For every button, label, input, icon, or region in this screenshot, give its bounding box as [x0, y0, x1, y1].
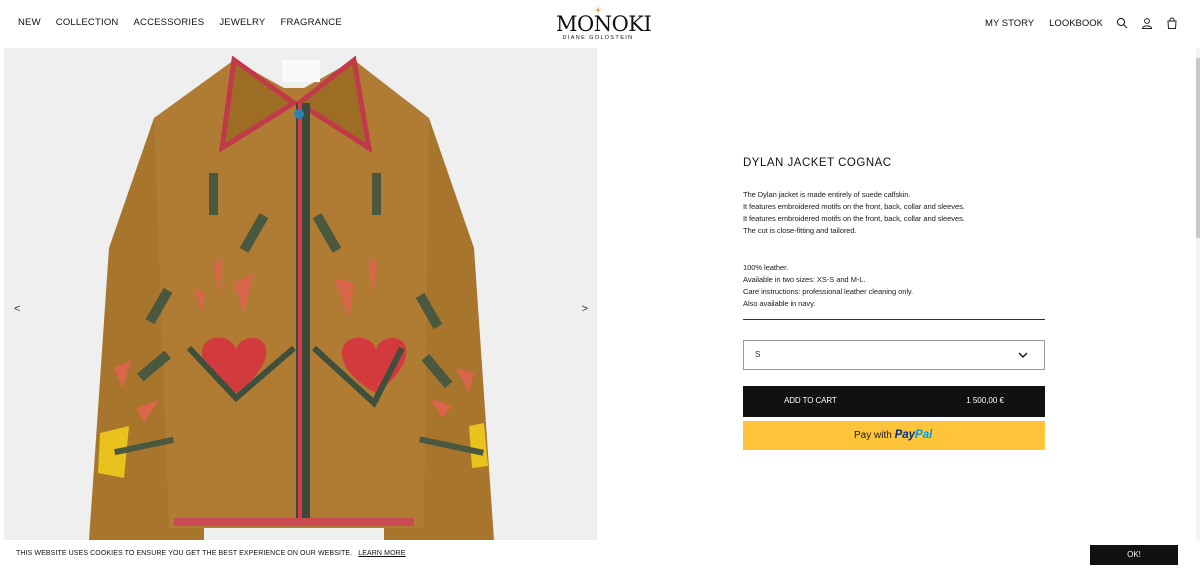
product-price: 1 500,00 € — [966, 396, 1004, 405]
paypal-logo-pal: Pal — [915, 429, 933, 441]
scrollbar-thumb[interactable] — [1196, 58, 1200, 238]
search-icon[interactable] — [1116, 17, 1128, 29]
details-line: Available in two sizes: XS-S and M-L. — [743, 275, 866, 284]
bag-icon[interactable] — [1166, 17, 1178, 29]
product-description: The Dylan jacket is made entirely of sue… — [743, 189, 1045, 237]
add-to-cart-label: ADD TO CART — [784, 396, 837, 405]
add-to-cart-button[interactable]: ADD TO CART 1 500,00 € — [743, 386, 1045, 417]
paypal-label: Pay with PayPal — [854, 429, 932, 441]
paypal-button[interactable]: Pay with PayPal — [743, 421, 1045, 450]
cookie-banner: THIS WEBSITE USES COOKIES TO ENSURE YOU … — [0, 540, 1200, 568]
details-line: 100% leather. — [743, 263, 789, 272]
cookie-ok-button[interactable]: OK! — [1090, 545, 1178, 565]
product-info: DYLAN JACKET COGNAC The Dylan jacket is … — [743, 157, 1045, 450]
nav-new[interactable]: NEW — [18, 17, 41, 28]
nav-jewelry[interactable]: JEWELRY — [219, 17, 265, 28]
nav-accessories[interactable]: ACCESSORIES — [133, 17, 204, 28]
nav-fragrance[interactable]: FRAGRANCE — [280, 17, 341, 28]
main-nav: NEW COLLECTION ACCESSORIES JEWELRY FRAGR… — [18, 17, 357, 28]
details-line: Care instructions: professional leather … — [743, 287, 914, 296]
divider — [743, 319, 1045, 320]
cookie-text: THIS WEBSITE USES COOKIES TO ENSURE YOU … — [16, 550, 353, 557]
size-select[interactable]: S — [743, 340, 1045, 370]
description-line: It features embroidered motifs on the fr… — [743, 202, 965, 211]
product-details: 100% leather. Available in two sizes: XS… — [743, 262, 1045, 310]
details-line: Also available in navy. — [743, 299, 816, 308]
account-icon[interactable] — [1141, 17, 1153, 29]
page-scrollbar[interactable] — [1196, 48, 1200, 540]
description-line: It features embroidered motifs on the fr… — [743, 214, 965, 223]
cookie-message: THIS WEBSITE USES COOKIES TO ENSURE YOU … — [16, 550, 406, 557]
size-select-value: S — [755, 350, 761, 359]
product-gallery[interactable]: < > — [4, 48, 597, 540]
product-image-jacket — [4, 48, 597, 540]
paypal-logo-pay: Pay — [894, 429, 916, 441]
logo-subtitle: DIANE GOLDSTEIN — [562, 35, 634, 41]
brand-logo[interactable]: MONOKI DIANE GOLDSTEIN — [556, 6, 652, 41]
secondary-nav: MY STORY LOOKBOOK — [970, 17, 1178, 29]
nav-collection[interactable]: COLLECTION — [56, 17, 119, 28]
nav-my-story[interactable]: MY STORY — [985, 18, 1034, 29]
gallery-next-button[interactable]: > — [582, 303, 588, 315]
logo-brand: MONOKI — [556, 12, 652, 36]
description-line: The cut is close-fitting and tailored. — [743, 226, 857, 235]
cookie-learn-more-link[interactable]: LEARN MORE — [358, 550, 405, 557]
product-title: DYLAN JACKET COGNAC — [743, 157, 892, 169]
nav-lookbook[interactable]: LOOKBOOK — [1049, 18, 1103, 29]
site-header: NEW COLLECTION ACCESSORIES JEWELRY FRAGR… — [0, 0, 1200, 48]
description-line: The Dylan jacket is made entirely of sue… — [743, 190, 911, 199]
paypal-prefix: Pay with — [854, 430, 892, 441]
gallery-prev-button[interactable]: < — [14, 303, 20, 315]
paypal-logo: PayPal — [895, 429, 933, 441]
chevron-down-icon — [1018, 352, 1028, 358]
